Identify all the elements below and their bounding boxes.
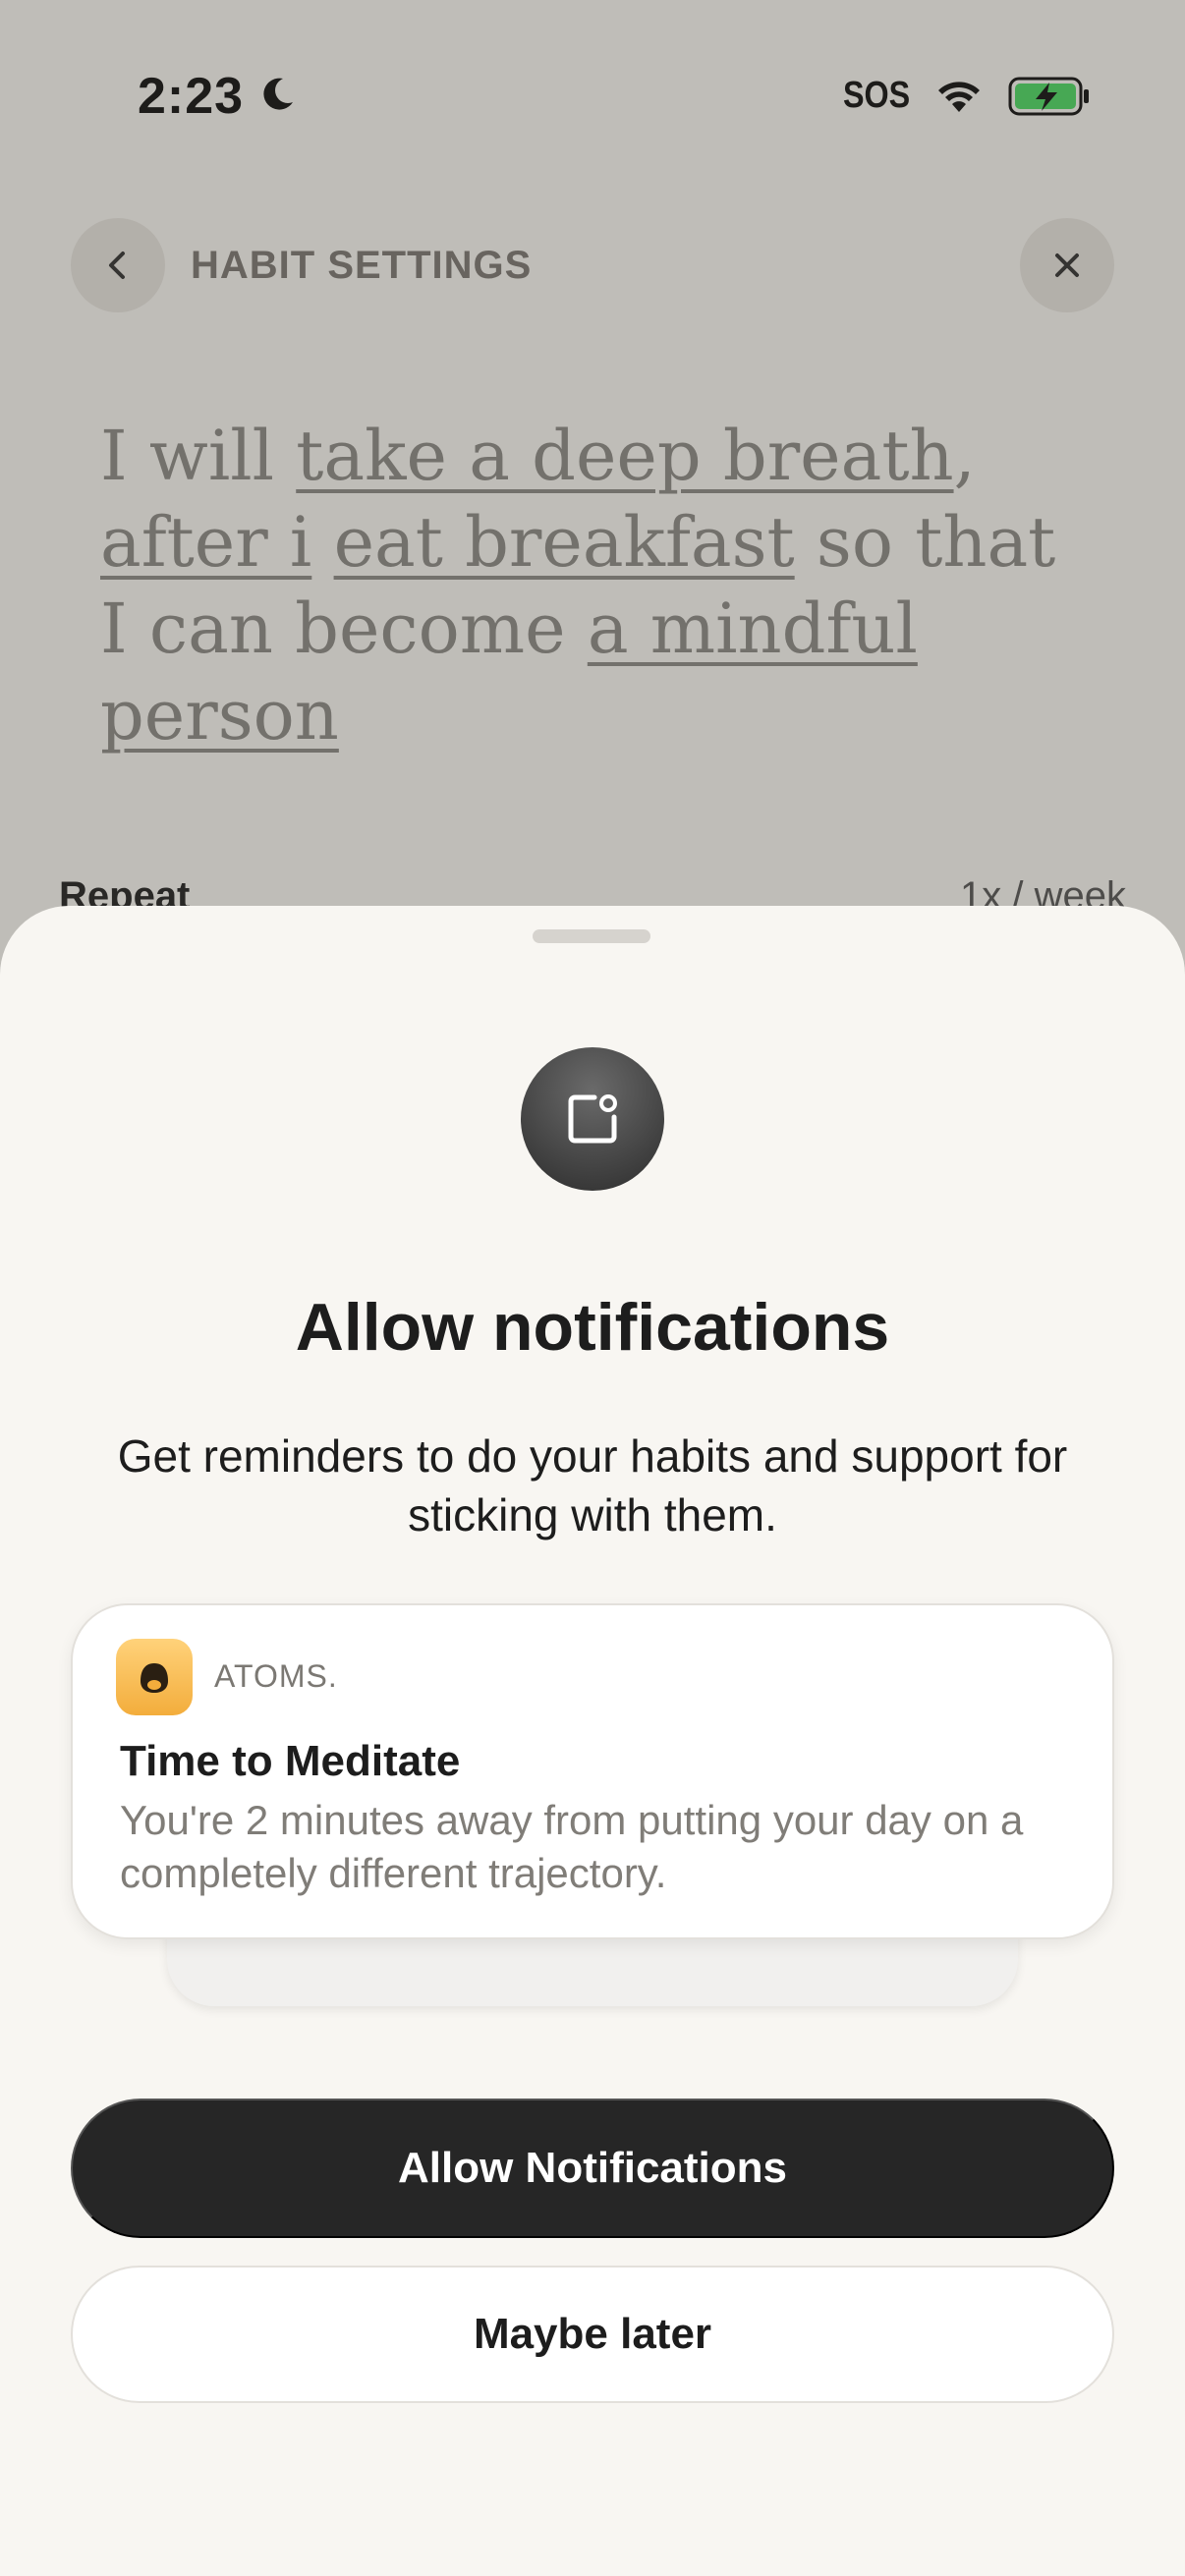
dim-overlay[interactable] <box>0 0 1185 982</box>
notification-body: You're 2 minutes away from putting your … <box>120 1797 1024 1896</box>
sheet-grabber[interactable] <box>533 929 650 943</box>
atoms-logo-glyph <box>141 1663 168 1693</box>
sheet-description: Get reminders to do your habits and supp… <box>117 1430 1068 1540</box>
notification-badge-icon <box>521 1047 664 1191</box>
maybe-later-button[interactable]: Maybe later <box>71 2266 1114 2403</box>
notification-permission-sheet: Allow notifications Get reminders to do … <box>0 906 1185 2576</box>
atoms-app-icon <box>116 1639 193 1715</box>
notification-preview: ATOMS. Time to Meditate You're 2 minutes… <box>71 1603 1114 1939</box>
sheet-title: Allow notifications <box>295 1290 890 1365</box>
notification-title: Time to Meditate <box>120 1737 461 1785</box>
notification-badge-glyph <box>568 1094 617 1144</box>
notification-app-name: ATOMS. <box>214 1658 338 1694</box>
allow-notifications-button[interactable]: Allow Notifications <box>71 2099 1114 2238</box>
screen: 2:23 SOS HABIT SETTINGS I will take a de… <box>0 0 1185 2576</box>
